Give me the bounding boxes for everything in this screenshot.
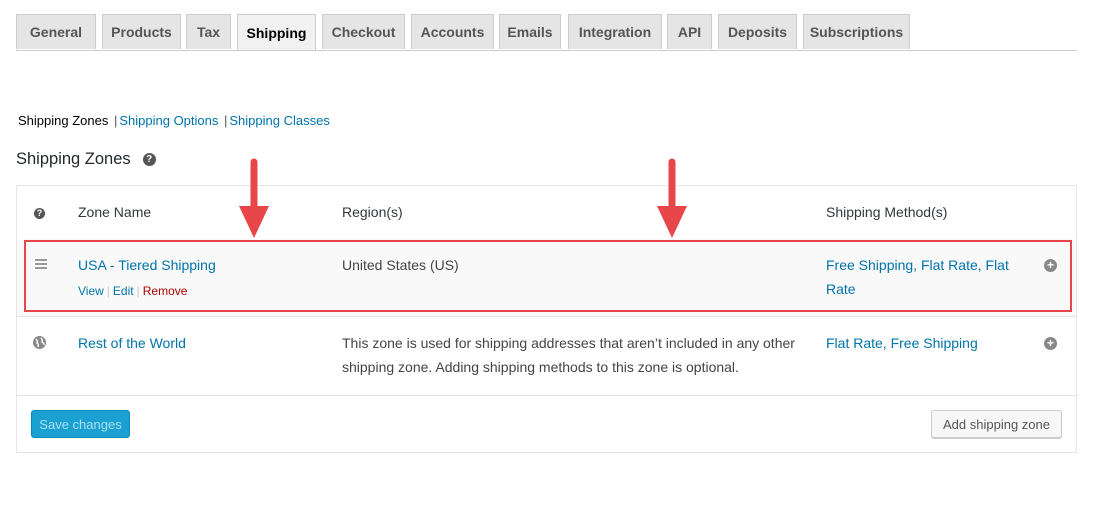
arrow-down-icon xyxy=(657,158,687,238)
action-separator: | xyxy=(136,284,140,298)
table-header: ? Zone Name Region(s) Shipping Method(s) xyxy=(17,186,1076,240)
shipping-zones-table: ? Zone Name Region(s) Shipping Method(s)… xyxy=(16,185,1077,453)
column-header-shipping-methods: Shipping Method(s) xyxy=(826,204,948,220)
table-footer: Save changes Add shipping zone xyxy=(17,396,1076,452)
tab-accounts[interactable]: Accounts xyxy=(411,14,494,49)
table-row: USA - Tiered Shipping View | Edit | Remove U… xyxy=(17,239,1076,317)
tab-api[interactable]: API xyxy=(667,14,712,49)
tab-products[interactable]: Products xyxy=(102,14,181,49)
zone-region: United States (US) xyxy=(342,257,459,273)
tab-subscriptions[interactable]: Subscriptions xyxy=(803,14,910,49)
subnav-shipping-classes-link[interactable]: Shipping Classes xyxy=(229,113,329,128)
settings-tab-bar: General Products Tax Shipping Checkout A… xyxy=(16,14,1077,51)
tab-emails[interactable]: Emails xyxy=(499,14,561,49)
zone-name-link[interactable]: USA - Tiered Shipping xyxy=(78,257,216,273)
help-icon[interactable]: ? xyxy=(34,208,45,219)
column-header-regions: Region(s) xyxy=(342,204,403,220)
globe-icon xyxy=(33,336,46,349)
tab-shipping[interactable]: Shipping xyxy=(237,14,316,50)
add-method-icon[interactable]: + xyxy=(1044,337,1057,350)
save-changes-button[interactable]: Save changes xyxy=(31,410,130,438)
help-icon[interactable]: ? xyxy=(142,153,156,166)
subnav-shipping-zones-current: Shipping Zones xyxy=(18,113,109,128)
zone-shipping-methods[interactable]: Flat Rate, Free Shipping xyxy=(826,331,1016,355)
tab-checkout[interactable]: Checkout xyxy=(322,14,405,49)
drag-handle-icon[interactable] xyxy=(35,259,47,271)
table-row: Rest of the World This zone is used for … xyxy=(17,317,1076,396)
tab-tax[interactable]: Tax xyxy=(186,14,231,49)
page-title-text: Shipping Zones xyxy=(16,150,131,168)
view-zone-link[interactable]: View xyxy=(78,284,104,298)
column-header-zone-name: Zone Name xyxy=(78,204,152,220)
arrow-down-icon xyxy=(239,158,269,238)
row-actions: View | Edit | Remove xyxy=(78,284,187,298)
shipping-subnav: Shipping Zones | Shipping Options | Shippi… xyxy=(18,113,330,128)
zone-name-link[interactable]: Rest of the World xyxy=(78,335,186,351)
action-separator: | xyxy=(106,284,110,298)
page-title: Shipping Zones ? xyxy=(16,150,156,169)
add-method-icon[interactable]: + xyxy=(1044,259,1057,272)
subnav-shipping-options-link[interactable]: Shipping Options xyxy=(119,113,218,128)
tab-deposits[interactable]: Deposits xyxy=(718,14,797,49)
zone-shipping-methods[interactable]: Free Shipping, Flat Rate, Flat Rate xyxy=(826,253,1016,301)
remove-zone-link[interactable]: Remove xyxy=(143,284,188,298)
add-shipping-zone-button[interactable]: Add shipping zone xyxy=(931,410,1062,438)
tab-integration[interactable]: Integration xyxy=(568,14,662,49)
zone-region: This zone is used for shipping addresses… xyxy=(342,335,795,375)
tab-general[interactable]: General xyxy=(16,14,96,49)
edit-zone-link[interactable]: Edit xyxy=(113,284,134,298)
